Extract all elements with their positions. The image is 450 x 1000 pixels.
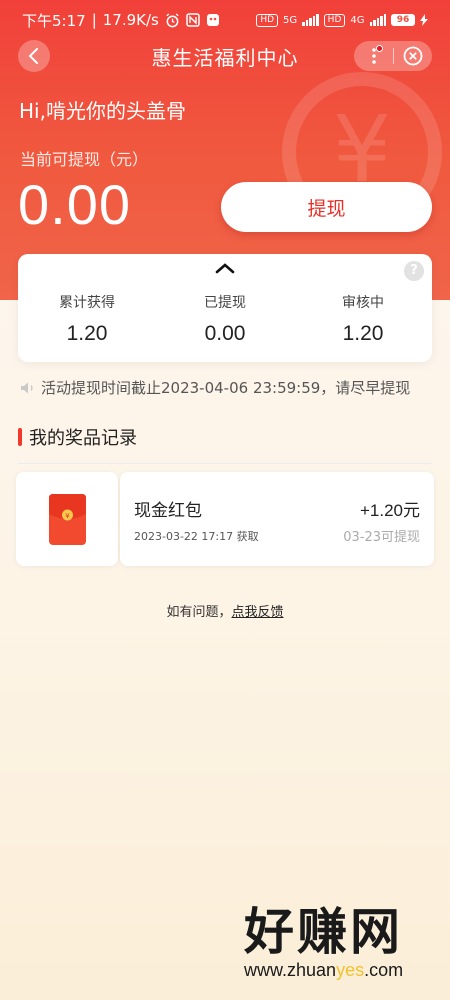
network-5g: 5G: [283, 14, 298, 26]
help-icon[interactable]: ?: [404, 261, 424, 281]
feedback-link[interactable]: 点我反馈: [232, 605, 284, 620]
svg-text:¥: ¥: [65, 512, 70, 520]
site-watermark: 好赚网 www.zhuanyes.com: [244, 892, 434, 981]
record-name: 现金红包: [134, 501, 202, 521]
records-section-title: 我的奖品记录: [18, 424, 137, 450]
status-speed: 17.9K/s: [102, 11, 159, 29]
mini-app-capsule: [354, 41, 432, 71]
records-title: 我的奖品记录: [29, 428, 137, 449]
record-date: 2023-03-22 17:17 获取: [134, 530, 259, 543]
close-button[interactable]: [394, 41, 432, 71]
section-divider: [18, 463, 432, 464]
signal-icon: [302, 14, 319, 26]
page-title: 惠生活福利中心: [151, 45, 299, 70]
stat-withdrawn: 已提现 0.00: [156, 292, 294, 346]
nav-bar: 惠生活福利中心: [0, 36, 450, 76]
hd-badge-2: HD: [323, 13, 346, 27]
battery-icon: 96: [391, 14, 415, 26]
chevron-up-icon[interactable]: [215, 262, 235, 274]
network-4g: 4G: [350, 14, 365, 26]
watermark-url: www.zhuanyes.com: [244, 960, 404, 980]
alarm-icon: [166, 12, 179, 27]
stat-value: 1.20: [66, 322, 108, 345]
speaker-icon: [21, 382, 33, 393]
stat-under-review: 审核中 1.20: [294, 292, 432, 346]
stat-value: 1.20: [342, 322, 384, 345]
red-envelope-icon: ¥: [49, 494, 86, 545]
feedback-line: 如有问题，点我反馈: [0, 601, 450, 620]
more-dots-icon: [371, 48, 376, 64]
balance-amount: 0.00: [18, 173, 131, 236]
chevron-left-icon: [28, 48, 38, 64]
nfc-icon: [186, 13, 200, 27]
app-notification-icon: [206, 14, 219, 26]
withdraw-button[interactable]: 提现: [221, 182, 432, 232]
record-details: 现金红包 2023-03-22 17:17 获取 +1.20元 03-23可提现: [120, 472, 434, 566]
status-divider: |: [91, 11, 97, 29]
stats-card: ? 累计获得 1.20 已提现 0.00 审核中 1.20: [18, 254, 432, 362]
charging-icon: [420, 14, 428, 26]
notice-text: 活动提现时间截止2023-04-06 23:59:59，请尽早提现: [41, 379, 411, 397]
hd-badge: HD: [256, 13, 279, 27]
feedback-prefix: 如有问题，: [166, 605, 232, 620]
deadline-notice: 活动提现时间截止2023-04-06 23:59:59，请尽早提现: [20, 377, 410, 398]
stat-value: 0.00: [204, 322, 246, 345]
balance-label: 当前可提现（元）: [20, 150, 149, 169]
stat-label: 审核中: [342, 295, 384, 311]
record-item[interactable]: ¥ 现金红包 2023-03-22 17:17 获取 +1.20元 03-23可…: [16, 472, 434, 566]
stat-label: 累计获得: [59, 295, 115, 311]
watermark-big: 好赚网: [244, 903, 403, 961]
close-circle-icon: [403, 46, 423, 66]
status-bar: 下午5:17 | 17.9K/s HD 5G HD 4G 96: [0, 0, 450, 40]
status-time: 下午5:17: [22, 11, 86, 30]
record-thumbnail: ¥: [16, 472, 118, 566]
record-amount: +1.20元: [359, 501, 420, 520]
stat-label: 已提现: [204, 295, 246, 311]
greeting-text: Hi,啃光你的头盖骨: [19, 99, 186, 123]
signal-icon-2: [369, 14, 386, 26]
back-button[interactable]: [18, 40, 50, 72]
notification-dot: [376, 45, 383, 52]
stat-total-earned: 累计获得 1.20: [18, 292, 156, 346]
record-status: 03-23可提现: [343, 530, 420, 545]
more-button[interactable]: [354, 41, 393, 71]
title-accent-bar: [18, 428, 22, 446]
